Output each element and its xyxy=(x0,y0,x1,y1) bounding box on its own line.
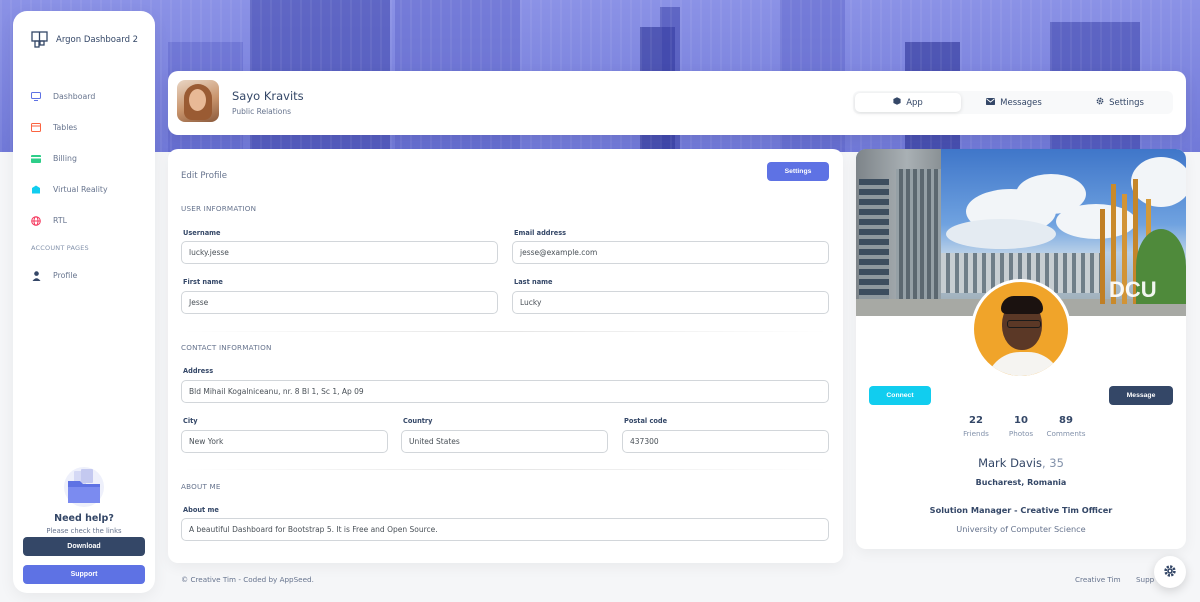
sidebar-item-dashboard[interactable]: Dashboard xyxy=(31,81,151,112)
person-university: University of Computer Science xyxy=(956,524,1086,534)
sidebar-item-label: Tables xyxy=(53,123,78,132)
city-input[interactable]: New York xyxy=(181,430,388,453)
user-icon xyxy=(31,270,41,281)
divider xyxy=(181,469,829,470)
monitor-icon xyxy=(31,92,41,102)
gear-icon xyxy=(1163,563,1177,582)
user-information-heading: USER INFORMATION xyxy=(181,204,257,213)
stat-label: Comments xyxy=(1046,429,1086,438)
avatar xyxy=(971,279,1071,379)
gear-icon xyxy=(1096,97,1104,108)
about-me-label: About me xyxy=(183,506,219,514)
contact-information-heading: CONTACT INFORMATION xyxy=(181,343,272,352)
sidebar-item-tables[interactable]: Tables xyxy=(31,112,151,143)
profile-name: Sayo Kravits xyxy=(232,89,304,103)
sidebar-item-label: Virtual Reality xyxy=(53,185,108,194)
cover-text: DCU xyxy=(1109,277,1157,302)
tab-messages[interactable]: Messages xyxy=(961,91,1067,114)
message-button[interactable]: Message xyxy=(1109,386,1173,405)
tab-label: Messages xyxy=(1000,97,1042,108)
sidebar-section-label: ACCOUNT PAGES xyxy=(31,244,89,252)
help-card: Need help? Please check the links xyxy=(23,465,145,535)
footer-link-support[interactable]: Support xyxy=(1136,575,1154,584)
person-name: Mark Davis xyxy=(978,456,1042,470)
email-input[interactable]: jesse@example.com xyxy=(512,241,829,264)
stat-friends: 22 Friends xyxy=(956,415,996,438)
city-label: City xyxy=(183,417,198,425)
stat-comments: 89 Comments xyxy=(1046,415,1086,438)
brand[interactable]: Argon Dashboard 2 xyxy=(31,31,138,48)
last-name-label: Last name xyxy=(514,278,553,286)
edit-profile-title: Edit Profile xyxy=(181,171,228,181)
avatar xyxy=(177,80,219,122)
last-name-input[interactable]: Lucky xyxy=(512,291,829,314)
sidebar-item-label: Billing xyxy=(53,154,77,163)
sidebar-nav: Dashboard Tables Billing Virtual Reality… xyxy=(31,81,151,291)
email-label: Email address xyxy=(514,229,567,237)
help-title: Need help? xyxy=(54,513,114,524)
brand-name: Argon Dashboard 2 xyxy=(56,34,139,45)
divider xyxy=(181,331,829,332)
logo-icon xyxy=(31,31,48,48)
cube-icon xyxy=(893,97,901,108)
tab-label: App xyxy=(906,97,923,108)
app-icon xyxy=(31,185,41,195)
profile-header-card: Sayo Kravits Public Relations App Messag… xyxy=(168,71,1186,135)
about-me-heading: ABOUT ME xyxy=(181,482,221,491)
footer-copyright: © Creative Tim - Coded by AppSeed. xyxy=(181,575,314,584)
footer-link-creative-tim[interactable]: Creative Tim xyxy=(1075,575,1121,584)
sidebar-item-label: Profile xyxy=(53,271,78,280)
tab-label: Settings xyxy=(1109,97,1144,108)
profile-stats: 22 Friends 10 Photos 89 Comments xyxy=(956,415,1086,438)
country-label: Country xyxy=(403,417,433,425)
sidebar: Argon Dashboard 2 Dashboard Tables Billi… xyxy=(13,11,155,593)
sidebar-item-virtual-reality[interactable]: Virtual Reality xyxy=(31,174,151,205)
stat-value: 22 xyxy=(969,415,983,426)
first-name-label: First name xyxy=(183,278,223,286)
calendar-icon xyxy=(31,123,41,133)
tab-bar: App Messages Settings xyxy=(853,91,1173,114)
profile-card: DCU Connect Message 22 Friends 10 Photos… xyxy=(856,149,1186,549)
profile-card-name: Mark Davis, 35 xyxy=(856,456,1186,470)
sidebar-item-label: Dashboard xyxy=(53,92,96,101)
profile-role: Public Relations xyxy=(232,107,292,116)
envelope-icon xyxy=(986,97,996,108)
username-input[interactable]: lucky.jesse xyxy=(181,241,498,264)
person-location: Bucharest, Romania xyxy=(975,478,1067,487)
country-input[interactable]: United States xyxy=(401,430,608,453)
stat-value: 10 xyxy=(1014,415,1028,426)
first-name-input[interactable]: Jesse xyxy=(181,291,498,314)
stat-photos: 10 Photos xyxy=(1001,415,1041,438)
username-label: Username xyxy=(183,229,221,237)
about-me-input[interactable]: A beautiful Dashboard for Bootstrap 5. I… xyxy=(181,518,829,541)
edit-profile-card: Edit Profile Settings USER INFORMATION U… xyxy=(168,149,843,563)
folder-illustration-icon xyxy=(54,465,114,509)
download-button[interactable]: Download xyxy=(23,537,145,556)
sidebar-item-billing[interactable]: Billing xyxy=(31,143,151,174)
postal-code-label: Postal code xyxy=(624,417,668,425)
tab-app[interactable]: App xyxy=(855,93,961,112)
sidebar-item-profile[interactable]: Profile xyxy=(31,260,151,291)
address-input[interactable]: Bld Mihail Kogalniceanu, nr. 8 Bl 1, Sc … xyxy=(181,380,829,403)
sidebar-item-rtl[interactable]: RTL xyxy=(31,205,151,236)
person-job: Solution Manager - Creative Tim Officer xyxy=(929,505,1113,515)
credit-card-icon xyxy=(31,154,41,164)
connect-button[interactable]: Connect xyxy=(869,386,931,405)
address-label: Address xyxy=(183,367,214,375)
tab-settings[interactable]: Settings xyxy=(1067,91,1173,114)
help-subtitle: Please check the links xyxy=(46,527,122,535)
globe-icon xyxy=(31,215,41,226)
person-age: , 35 xyxy=(1041,456,1064,470)
support-button[interactable]: Support xyxy=(23,565,145,584)
sidebar-item-label: RTL xyxy=(53,216,67,225)
stat-label: Friends xyxy=(963,429,989,438)
stat-label: Photos xyxy=(1008,429,1034,438)
postal-code-input[interactable]: 437300 xyxy=(622,430,829,453)
settings-button[interactable]: Settings xyxy=(767,162,829,181)
stat-value: 89 xyxy=(1059,415,1073,426)
configurator-button[interactable] xyxy=(1154,556,1186,588)
